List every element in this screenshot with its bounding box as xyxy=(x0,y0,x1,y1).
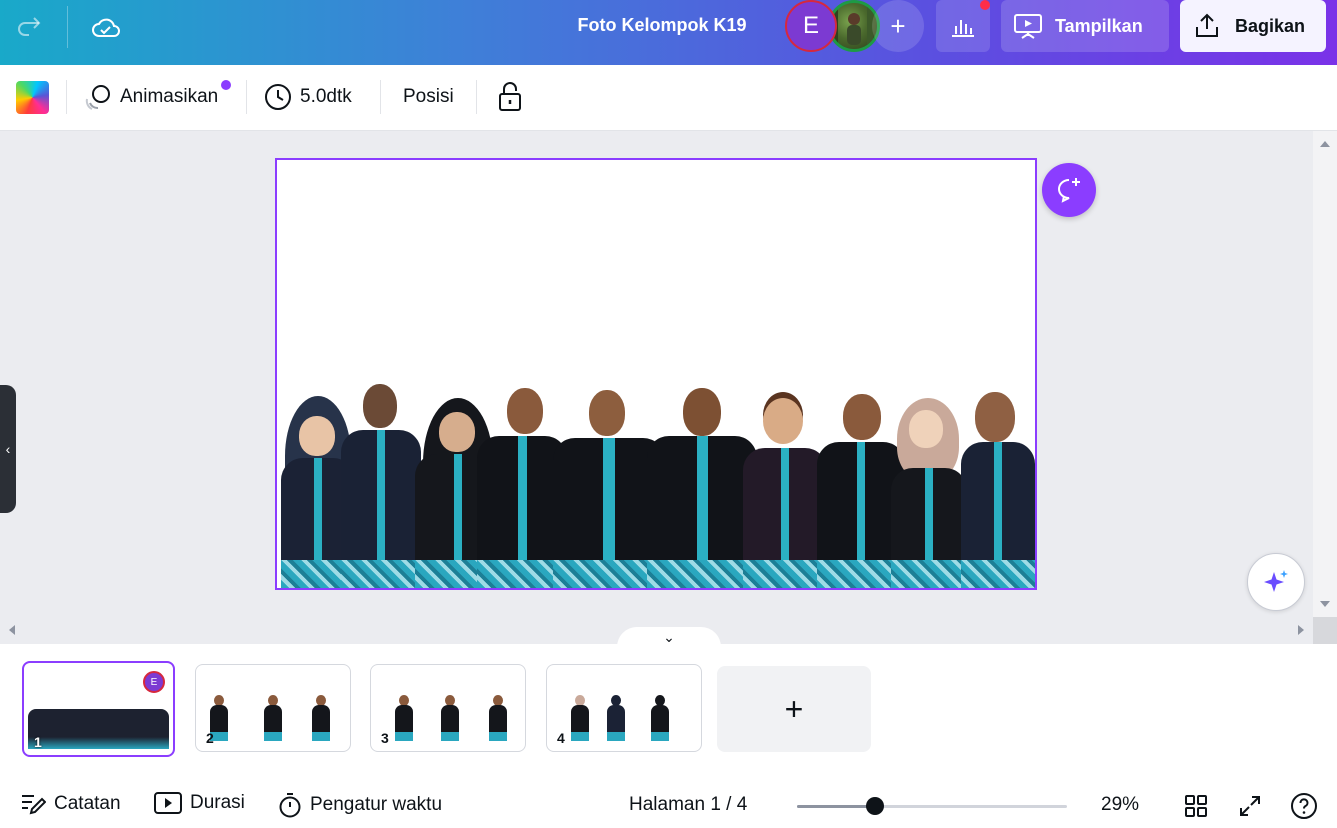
notes-button[interactable]: Catatan xyxy=(20,792,121,816)
animate-label: Animasikan xyxy=(120,86,219,107)
timer-icon xyxy=(279,793,301,818)
color-picker-button[interactable] xyxy=(16,81,49,114)
help-button[interactable] xyxy=(1290,792,1318,820)
editor-toolbar: Animasikan 5.0dtk Posisi xyxy=(0,65,1337,131)
plus-icon: + xyxy=(890,10,906,41)
page-thumbnail-1[interactable]: E 1 xyxy=(22,661,175,757)
thumbnail-number: 2 xyxy=(206,730,214,746)
cloud-saved-icon[interactable] xyxy=(90,12,122,44)
thumbnail-number: 4 xyxy=(557,730,565,746)
lock-icon xyxy=(499,82,521,111)
bottom-bar: Catatan Durasi Pengatur waktu Halaman 1 … xyxy=(0,770,1337,828)
lock-button[interactable] xyxy=(497,79,523,115)
share-button[interactable]: Bagikan xyxy=(1180,0,1326,52)
magic-sparkle-icon xyxy=(1264,570,1288,592)
top-divider xyxy=(67,6,68,48)
play-icon xyxy=(154,792,182,814)
person-figure xyxy=(891,398,967,588)
notes-icon xyxy=(22,795,46,815)
thumbnail-avatar-badge: E xyxy=(143,671,165,693)
toolbar-divider xyxy=(380,80,381,114)
page-thumbnails: E 1 2 3 4 + xyxy=(0,644,1337,770)
page-thumbnail-2[interactable]: 2 xyxy=(195,664,351,752)
duration-button[interactable]: 5.0dtk xyxy=(264,79,352,115)
present-screen-icon xyxy=(1014,14,1042,39)
collaborator-avatar-e[interactable]: E xyxy=(785,0,837,52)
magic-assistant-button[interactable] xyxy=(1247,553,1305,611)
notes-label: Catatan xyxy=(54,793,121,814)
document-title[interactable]: Foto Kelompok K19 xyxy=(560,15,764,36)
chevron-down-icon: ⌄ xyxy=(663,628,675,645)
help-icon xyxy=(1291,793,1317,819)
comment-add-icon xyxy=(1058,178,1080,203)
toolbar-divider xyxy=(476,80,477,114)
share-upload-icon xyxy=(1196,13,1218,37)
fullscreen-icon xyxy=(1240,796,1260,816)
person-figure xyxy=(647,388,757,588)
thumbnail-number: 1 xyxy=(34,734,42,750)
timer-button[interactable]: Pengatur waktu xyxy=(278,792,442,818)
position-label: Posisi xyxy=(403,86,454,107)
redo-icon[interactable] xyxy=(14,12,46,44)
duration-label: 5.0dtk xyxy=(300,86,352,107)
vertical-scrollbar[interactable] xyxy=(1313,131,1337,617)
plus-icon: + xyxy=(784,690,804,727)
scrollbar-corner xyxy=(1313,617,1337,644)
notification-dot xyxy=(980,0,990,10)
present-button[interactable]: Tampilkan xyxy=(1001,0,1169,52)
chevron-left-icon: ‹ xyxy=(5,441,11,457)
new-feature-dot xyxy=(221,80,231,90)
person-figure xyxy=(743,398,827,588)
top-bar: Foto Kelompok K19 E + Tampilkan Bagikan xyxy=(0,0,1337,65)
side-panel-toggle[interactable]: ‹ xyxy=(0,385,16,513)
animate-button[interactable]: Animasikan xyxy=(84,79,218,115)
clock-icon xyxy=(265,84,291,110)
thumbnail-group-photo xyxy=(28,709,169,749)
grid-icon xyxy=(1185,795,1207,817)
share-button-label: Bagikan xyxy=(1235,15,1306,36)
page-thumbnail-3[interactable]: 3 xyxy=(370,664,526,752)
zoom-slider-fill xyxy=(797,805,876,808)
position-button[interactable]: Posisi xyxy=(403,79,454,115)
present-button-label: Tampilkan xyxy=(1055,15,1143,36)
page-indicator[interactable]: Halaman 1 / 4 xyxy=(629,794,747,816)
zoom-slider-handle[interactable] xyxy=(866,797,885,815)
add-collaborator-button[interactable]: + xyxy=(872,0,924,52)
design-page[interactable] xyxy=(275,158,1037,590)
add-comment-button[interactable] xyxy=(1042,163,1096,217)
timer-label: Pengatur waktu xyxy=(310,794,443,815)
add-page-button[interactable]: + xyxy=(717,666,871,752)
grid-view-button[interactable] xyxy=(1182,792,1210,820)
person-figure xyxy=(961,392,1035,588)
toolbar-divider xyxy=(246,80,247,114)
page-thumbnail-4[interactable]: 4 xyxy=(546,664,702,752)
duration-toggle-button[interactable]: Durasi xyxy=(154,792,245,814)
animate-icon xyxy=(85,85,110,110)
toolbar-divider xyxy=(66,80,67,114)
group-photo[interactable] xyxy=(277,160,1035,588)
bar-chart-icon xyxy=(952,20,974,37)
thumbnail-number: 3 xyxy=(381,730,389,746)
person-figure xyxy=(341,384,421,588)
duration-toggle-label: Durasi xyxy=(190,792,245,813)
fullscreen-button[interactable] xyxy=(1236,792,1264,820)
zoom-value[interactable]: 29% xyxy=(1101,794,1139,816)
